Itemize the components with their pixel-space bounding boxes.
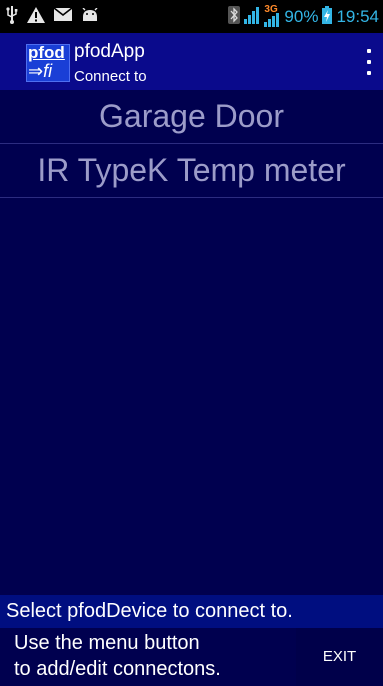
- app-title: pfodApp: [74, 41, 145, 62]
- exit-button[interactable]: EXIT: [296, 628, 383, 686]
- help-text: Use the menu button to add/edit connecto…: [14, 630, 221, 682]
- overflow-menu-icon[interactable]: [363, 49, 375, 75]
- connection-item-garage-door[interactable]: Garage Door: [0, 90, 383, 144]
- signal-strength-icon: [244, 6, 260, 29]
- battery-percent: 90%: [284, 7, 319, 26]
- system-indicators: 3G 90% 19:54: [228, 4, 379, 29]
- footer: Use the menu button to add/edit connecto…: [0, 628, 383, 686]
- screen: 3G 90% 19:54 pfod ⇒fi pfodApp Connect to…: [0, 0, 383, 686]
- logo-text-top: pfod: [28, 43, 65, 62]
- help-line-2: to add/edit connectons.: [14, 658, 221, 680]
- bluetooth-icon: [228, 5, 241, 29]
- android-icon: [81, 7, 99, 27]
- battery-charging-icon: [322, 5, 333, 29]
- clock: 19:54: [336, 7, 379, 26]
- help-line-1: Use the menu button: [14, 632, 200, 654]
- connection-item-ir-temp-meter[interactable]: IR TypeK Temp meter: [0, 144, 383, 198]
- usb-icon: [6, 5, 18, 29]
- overflow-dot: [367, 49, 371, 53]
- logo-text-bottom: ⇒fi: [28, 61, 53, 81]
- warning-icon: [27, 6, 45, 28]
- mail-icon: [53, 7, 73, 26]
- status-bar: 3G 90% 19:54: [0, 0, 383, 33]
- connection-label: IR TypeK Temp meter: [37, 152, 346, 188]
- status-message: Select pfodDevice to connect to.: [0, 595, 383, 628]
- app-bar: pfod ⇒fi pfodApp Connect to: [0, 33, 383, 90]
- overflow-dot: [367, 71, 371, 75]
- connection-list: Garage Door IR TypeK Temp meter: [0, 90, 383, 595]
- overflow-dot: [367, 60, 371, 64]
- signal-3g-icon: 3G: [264, 4, 280, 27]
- app-subtitle: Connect to: [74, 68, 147, 85]
- pfod-logo: pfod ⇒fi: [26, 43, 70, 82]
- connection-label: Garage Door: [99, 98, 284, 134]
- notification-icons: [6, 5, 99, 29]
